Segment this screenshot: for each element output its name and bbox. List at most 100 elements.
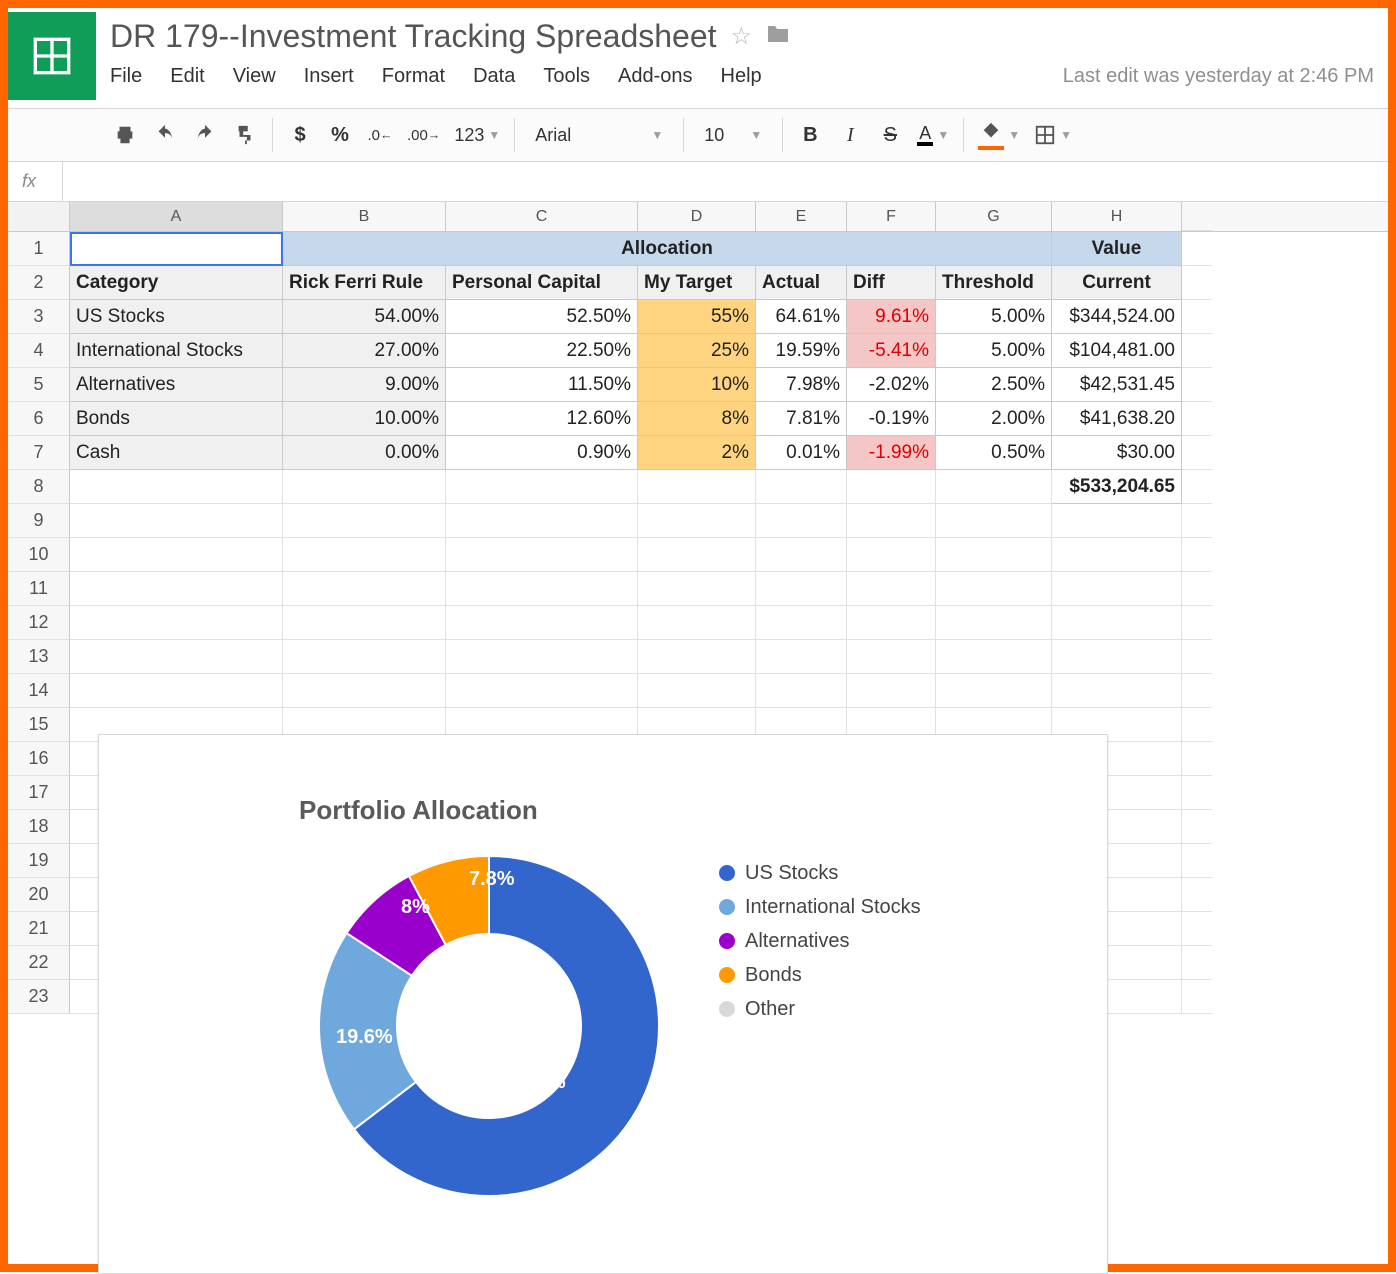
cell-G11[interactable] bbox=[936, 572, 1052, 606]
cell-H7[interactable]: $30.00 bbox=[1052, 436, 1182, 470]
cell-allocation-header[interactable]: Allocation bbox=[283, 232, 1052, 266]
borders-button[interactable]: ▼ bbox=[1034, 118, 1072, 152]
row-header-10[interactable]: 10 bbox=[8, 538, 70, 572]
cell-B12[interactable] bbox=[283, 606, 446, 640]
cell-H4[interactable]: $104,481.00 bbox=[1052, 334, 1182, 368]
increase-decimal-icon[interactable]: .00→ bbox=[407, 118, 440, 152]
font-family-select[interactable]: Arial▼ bbox=[529, 125, 669, 146]
cell-C4[interactable]: 22.50% bbox=[446, 334, 638, 368]
menu-insert[interactable]: Insert bbox=[304, 65, 354, 88]
cell-F2[interactable]: Diff bbox=[847, 266, 936, 300]
col-header-F[interactable]: F bbox=[847, 202, 936, 231]
last-edit-text[interactable]: Last edit was yesterday at 2:46 PM bbox=[1063, 65, 1388, 88]
cell-C5[interactable]: 11.50% bbox=[446, 368, 638, 402]
cell-D8[interactable] bbox=[638, 470, 756, 504]
cell-H8-total[interactable]: $533,204.65 bbox=[1052, 470, 1182, 504]
menu-help[interactable]: Help bbox=[721, 65, 762, 88]
row-header-19[interactable]: 19 bbox=[8, 844, 70, 878]
cell-H9[interactable] bbox=[1052, 504, 1182, 538]
number-format[interactable]: 123▼ bbox=[454, 118, 500, 152]
italic-button[interactable]: I bbox=[837, 118, 863, 152]
row-header-17[interactable]: 17 bbox=[8, 776, 70, 810]
cell-B11[interactable] bbox=[283, 572, 446, 606]
cell-D13[interactable] bbox=[638, 640, 756, 674]
cell-E11[interactable] bbox=[756, 572, 847, 606]
cell-F12[interactable] bbox=[847, 606, 936, 640]
cell-H14[interactable] bbox=[1052, 674, 1182, 708]
cell-F5[interactable]: -2.02% bbox=[847, 368, 936, 402]
cell-value-header[interactable]: Value bbox=[1052, 232, 1182, 266]
cell-D3[interactable]: 55% bbox=[638, 300, 756, 334]
cell-C2[interactable]: Personal Capital bbox=[446, 266, 638, 300]
select-all-corner[interactable] bbox=[8, 202, 70, 231]
col-header-B[interactable]: B bbox=[283, 202, 446, 231]
menu-view[interactable]: View bbox=[233, 65, 276, 88]
cell-A1[interactable] bbox=[70, 232, 283, 266]
cell-D12[interactable] bbox=[638, 606, 756, 640]
cell-C12[interactable] bbox=[446, 606, 638, 640]
cell-A8[interactable] bbox=[70, 470, 283, 504]
cell-A2[interactable]: Category bbox=[70, 266, 283, 300]
row-header-9[interactable]: 9 bbox=[8, 504, 70, 538]
row-header-21[interactable]: 21 bbox=[8, 912, 70, 946]
cell-H5[interactable]: $42,531.45 bbox=[1052, 368, 1182, 402]
print-icon[interactable] bbox=[112, 118, 138, 152]
cell-G6[interactable]: 2.00% bbox=[936, 402, 1052, 436]
cell-D10[interactable] bbox=[638, 538, 756, 572]
fill-color-button[interactable]: ▼ bbox=[978, 118, 1020, 152]
cell-H11[interactable] bbox=[1052, 572, 1182, 606]
row-header-1[interactable]: 1 bbox=[8, 232, 70, 266]
cell-E8[interactable] bbox=[756, 470, 847, 504]
sheets-app-icon[interactable] bbox=[8, 12, 96, 100]
col-header-H[interactable]: H bbox=[1052, 202, 1182, 231]
col-header-D[interactable]: D bbox=[638, 202, 756, 231]
row-header-12[interactable]: 12 bbox=[8, 606, 70, 640]
cell-A3[interactable]: US Stocks bbox=[70, 300, 283, 334]
cell-B2[interactable]: Rick Ferri Rule bbox=[283, 266, 446, 300]
col-header-A[interactable]: A bbox=[70, 202, 283, 231]
cell-B7[interactable]: 0.00% bbox=[283, 436, 446, 470]
redo-icon[interactable] bbox=[192, 118, 218, 152]
row-header-15[interactable]: 15 bbox=[8, 708, 70, 742]
cell-G3[interactable]: 5.00% bbox=[936, 300, 1052, 334]
cell-F10[interactable] bbox=[847, 538, 936, 572]
cell-B3[interactable]: 54.00% bbox=[283, 300, 446, 334]
cell-E4[interactable]: 19.59% bbox=[756, 334, 847, 368]
cell-G4[interactable]: 5.00% bbox=[936, 334, 1052, 368]
undo-icon[interactable] bbox=[152, 118, 178, 152]
star-icon[interactable]: ☆ bbox=[731, 22, 753, 51]
cell-A13[interactable] bbox=[70, 640, 283, 674]
cell-F14[interactable] bbox=[847, 674, 936, 708]
bold-button[interactable]: B bbox=[797, 118, 823, 152]
cell-E2[interactable]: Actual bbox=[756, 266, 847, 300]
format-percent[interactable]: % bbox=[327, 118, 353, 152]
cell-F4[interactable]: -5.41% bbox=[847, 334, 936, 368]
cell-E12[interactable] bbox=[756, 606, 847, 640]
row-header-8[interactable]: 8 bbox=[8, 470, 70, 504]
format-currency[interactable]: $ bbox=[287, 118, 313, 152]
cell-F11[interactable] bbox=[847, 572, 936, 606]
row-header-3[interactable]: 3 bbox=[8, 300, 70, 334]
cell-E5[interactable]: 7.98% bbox=[756, 368, 847, 402]
text-color-button[interactable]: A▼ bbox=[917, 118, 949, 152]
cell-C14[interactable] bbox=[446, 674, 638, 708]
menu-edit[interactable]: Edit bbox=[170, 65, 204, 88]
cell-A5[interactable]: Alternatives bbox=[70, 368, 283, 402]
row-header-23[interactable]: 23 bbox=[8, 980, 70, 1014]
decrease-decimal-icon[interactable]: .0← bbox=[367, 118, 393, 152]
cell-C6[interactable]: 12.60% bbox=[446, 402, 638, 436]
cell-C9[interactable] bbox=[446, 504, 638, 538]
menu-data[interactable]: Data bbox=[473, 65, 515, 88]
cell-G13[interactable] bbox=[936, 640, 1052, 674]
cell-A11[interactable] bbox=[70, 572, 283, 606]
cell-F6[interactable]: -0.19% bbox=[847, 402, 936, 436]
row-header-13[interactable]: 13 bbox=[8, 640, 70, 674]
cell-B6[interactable]: 10.00% bbox=[283, 402, 446, 436]
cell-C13[interactable] bbox=[446, 640, 638, 674]
cell-E9[interactable] bbox=[756, 504, 847, 538]
cell-H6[interactable]: $41,638.20 bbox=[1052, 402, 1182, 436]
cell-D5[interactable]: 10% bbox=[638, 368, 756, 402]
paint-format-icon[interactable] bbox=[232, 118, 258, 152]
row-header-11[interactable]: 11 bbox=[8, 572, 70, 606]
cell-B10[interactable] bbox=[283, 538, 446, 572]
